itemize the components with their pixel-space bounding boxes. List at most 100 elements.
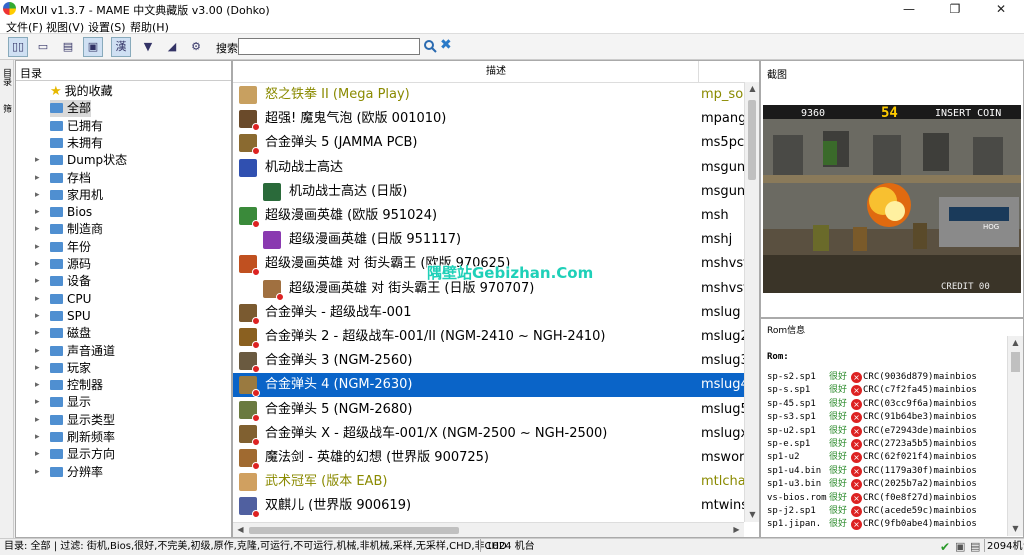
expand-arrow-icon[interactable]: ▸	[35, 273, 40, 290]
rom-status: 很好	[829, 452, 848, 463]
scroll-down-icon[interactable]: ▼	[1008, 524, 1023, 533]
tree-item[interactable]: ▸ SPU	[35, 308, 91, 325]
tree-item[interactable]: ▸ Bios	[35, 204, 92, 221]
sort-icon[interactable]: ◢	[162, 37, 182, 57]
menu-settings[interactable]: 设置(S)	[88, 19, 126, 35]
expand-arrow-icon[interactable]: ▸	[35, 187, 40, 204]
column-divider[interactable]	[698, 61, 699, 83]
game-list-horizontal-scrollbar[interactable]: ◀ ▶	[233, 522, 744, 537]
expand-arrow-icon[interactable]: ▸	[35, 377, 40, 394]
expand-arrow-icon[interactable]: ▸	[35, 429, 40, 446]
details-view-icon[interactable]: ▤	[58, 37, 78, 57]
scroll-up-icon[interactable]: ▲	[1008, 338, 1023, 347]
tree-item[interactable]: ▸ 显示类型	[35, 412, 115, 429]
settings-icon[interactable]: ⚙	[186, 37, 206, 57]
chinese-toggle-icon[interactable]: 漢	[111, 37, 131, 57]
scroll-right-icon[interactable]: ▶	[729, 525, 744, 534]
scroll-up-icon[interactable]: ▲	[745, 84, 760, 93]
menu-view[interactable]: 视图(V)	[46, 19, 84, 35]
expand-arrow-icon[interactable]: ▸	[35, 394, 40, 411]
tree-item[interactable]: 未拥有	[50, 135, 103, 152]
game-row[interactable]: 双麒儿 (世界版 900619) mtwins	[233, 494, 759, 519]
folder-icon	[50, 432, 63, 442]
game-row[interactable]: 合金弹头 X - 超级战车-001/X (NGM-2500 ~ NGH-2500…	[233, 422, 759, 446]
close-button[interactable]: ✕	[978, 0, 1024, 18]
tree-item[interactable]: ▸ 存档	[35, 170, 91, 187]
game-row[interactable]: 超级漫画英雄 (欧版 951024) msh	[233, 204, 759, 228]
expand-arrow-icon[interactable]: ▸	[35, 343, 40, 360]
scroll-thumb[interactable]	[748, 100, 756, 180]
expand-arrow-icon[interactable]: ▸	[35, 464, 40, 481]
scroll-thumb-horizontal[interactable]	[249, 527, 459, 534]
column-header-description[interactable]: 描述	[233, 61, 759, 83]
game-row[interactable]: 魔法剑 - 英雄的幻想 (世界版 900725) mswordu	[233, 446, 759, 470]
scroll-left-icon[interactable]: ◀	[233, 525, 248, 534]
expand-arrow-icon[interactable]: ▸	[35, 239, 40, 256]
folder-icon	[50, 449, 63, 460]
list-view-icon[interactable]: ▯▯	[8, 37, 28, 57]
tree-item[interactable]: ★ 我的收藏	[50, 83, 113, 100]
filter-icon[interactable]: ▼	[138, 37, 158, 57]
menu-help[interactable]: 帮助(H)	[130, 19, 169, 35]
expand-arrow-icon[interactable]: ▸	[35, 204, 40, 221]
panel-view-icon[interactable]: ▣	[83, 37, 103, 57]
game-row[interactable]: 超强! 魔鬼气泡 (欧版 001010) mpang	[233, 107, 759, 132]
expand-arrow-icon[interactable]: ▸	[35, 446, 40, 463]
game-row[interactable]: 机动战士高达 (日版)msgundam1	[233, 180, 759, 204]
game-row[interactable]: 合金弹头 5 (JAMMA PCB) ms5pcb	[233, 131, 759, 156]
tree-item[interactable]: ▸ 家用机	[35, 187, 103, 204]
game-row[interactable]: 怒之铁拳 II (Mega Play) mp_sor2	[233, 83, 759, 107]
game-row[interactable]: 机动战士高达msgundam	[233, 156, 759, 180]
expand-arrow-icon[interactable]: ▸	[35, 291, 40, 308]
tree-item-label: 设备	[67, 274, 92, 289]
maximize-button[interactable]: ❐	[932, 0, 978, 18]
rom-info-scrollbar[interactable]: ▲ ▼	[1007, 336, 1023, 536]
tree-item[interactable]: 已拥有	[50, 118, 103, 135]
tree-item[interactable]: ▸ 设备	[35, 273, 92, 290]
expand-arrow-icon[interactable]: ▸	[35, 170, 40, 187]
side-tab-directory[interactable]: 目录	[1, 68, 13, 86]
tree-item[interactable]: ▸ 制造商	[35, 221, 103, 238]
tree-item[interactable]: ▸ 显示方向	[35, 446, 115, 463]
rom-status: 很好	[829, 372, 848, 382]
menu-file[interactable]: 文件(F)	[6, 19, 43, 35]
expand-arrow-icon[interactable]: ▸	[35, 152, 40, 169]
tree-item[interactable]: ▸ 源码	[35, 256, 91, 273]
tree-item[interactable]: ▸ 显示	[35, 394, 91, 411]
scroll-down-icon[interactable]: ▼	[745, 510, 760, 519]
tree-item[interactable]: ▸ 磁盘	[35, 325, 91, 342]
expand-arrow-icon[interactable]: ▸	[35, 308, 40, 325]
tree-item[interactable]: ▸ 分辨率	[35, 464, 103, 481]
game-row[interactable]: 合金弹头 4 (NGM-2630) mslug4	[233, 373, 759, 398]
expand-arrow-icon[interactable]: ▸	[35, 221, 40, 238]
tree-item[interactable]: 全部	[50, 100, 92, 118]
scroll-thumb[interactable]	[1011, 352, 1020, 372]
tree-item[interactable]: ▸ 声音通道	[35, 343, 115, 360]
tree-item[interactable]: ▸ 玩家	[35, 360, 91, 377]
game-row[interactable]: 合金弹头 3 (NGM-2560) mslug3	[233, 349, 759, 374]
game-row[interactable]: 合金弹头 5 (NGM-2680) mslug5	[233, 398, 759, 422]
expand-arrow-icon[interactable]: ▸	[35, 256, 40, 273]
expand-arrow-icon[interactable]: ▸	[35, 325, 40, 342]
game-icon	[239, 134, 260, 156]
tree-item[interactable]: ▸ CPU	[35, 291, 92, 308]
expand-arrow-icon[interactable]: ▸	[35, 412, 40, 429]
game-row[interactable]: 武术冠军 (版本 EAB)mtlchamp	[233, 470, 759, 494]
game-list-vertical-scrollbar[interactable]: ▲ ▼	[744, 82, 759, 522]
tree-item[interactable]: ▸ 年份	[35, 239, 91, 256]
game-row[interactable]: 合金弹头 - 超级战车-001 mslug	[233, 301, 759, 325]
tree-item[interactable]: ▸ 控制器	[35, 377, 103, 394]
side-tab-filter[interactable]: 筛	[1, 104, 13, 113]
tree-item-label: CPU	[67, 291, 92, 306]
game-icon	[239, 497, 260, 519]
search-icon[interactable]	[423, 39, 437, 53]
image-view-icon[interactable]: ▭	[33, 37, 53, 57]
tree-item[interactable]: ▸ Dump状态	[35, 152, 127, 169]
clear-search-icon[interactable]: ✖	[440, 37, 452, 53]
game-row[interactable]: 超级漫画英雄 (日版 951117) mshj	[233, 228, 759, 252]
minimize-button[interactable]: —	[886, 0, 932, 18]
tree-item[interactable]: ▸ 刷新频率	[35, 429, 115, 446]
game-row[interactable]: 合金弹头 2 - 超级战车-001/II (NGM-2410 ~ NGH-241…	[233, 325, 759, 349]
expand-arrow-icon[interactable]: ▸	[35, 360, 40, 377]
search-input[interactable]	[238, 38, 420, 55]
